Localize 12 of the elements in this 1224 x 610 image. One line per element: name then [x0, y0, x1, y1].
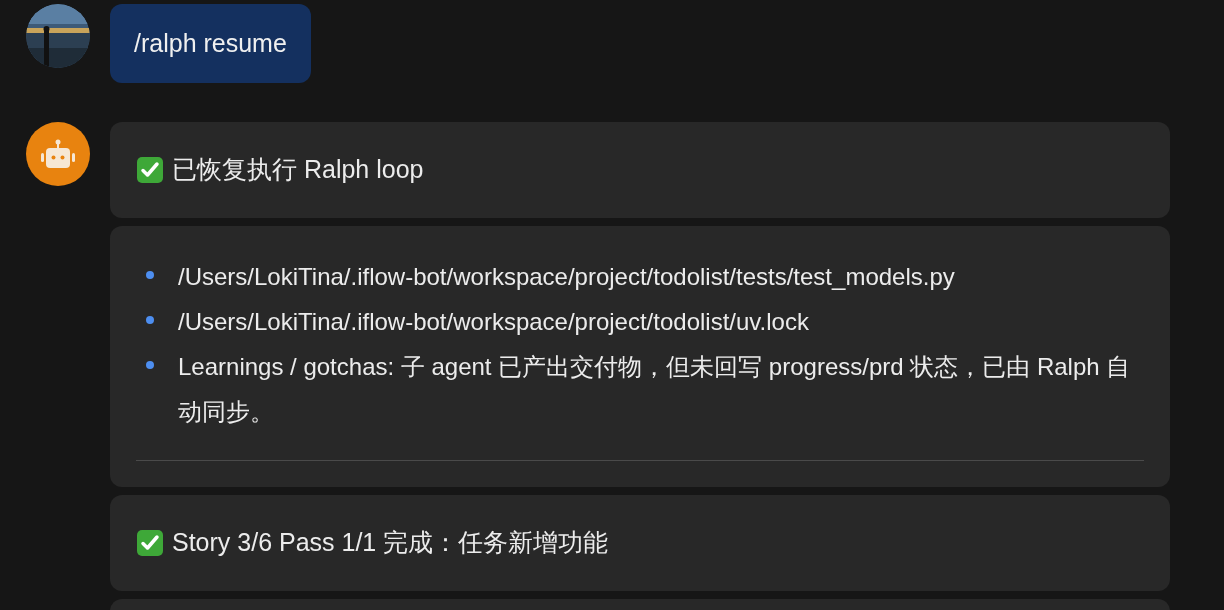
check-icon: [136, 529, 164, 557]
robot-icon: [41, 139, 75, 169]
bullet-icon: [146, 316, 154, 324]
message-text: Story 3/6 Pass 1/1 完成：任务新增功能: [172, 527, 609, 559]
message-text: /ralph resume: [134, 27, 287, 59]
message-text: 已恢复执行 Ralph loop: [172, 154, 424, 186]
list-item-text: /Users/LokiTina/.iflow-bot/workspace/project/todolist/tests/test_models.py: [178, 262, 955, 292]
bullet-icon: [146, 361, 154, 369]
list-item-text: /Users/LokiTina/.iflow-bot/workspace/project/todolist/uv.lock: [178, 307, 809, 337]
check-icon: [136, 156, 164, 184]
bullet-icon: [146, 271, 154, 279]
list-item-text: Learnings / gotchas: 子 agent 已产出交付物，但未回写 progress/prd 状态，已由 Ralph 自动同步。: [178, 352, 1132, 427]
